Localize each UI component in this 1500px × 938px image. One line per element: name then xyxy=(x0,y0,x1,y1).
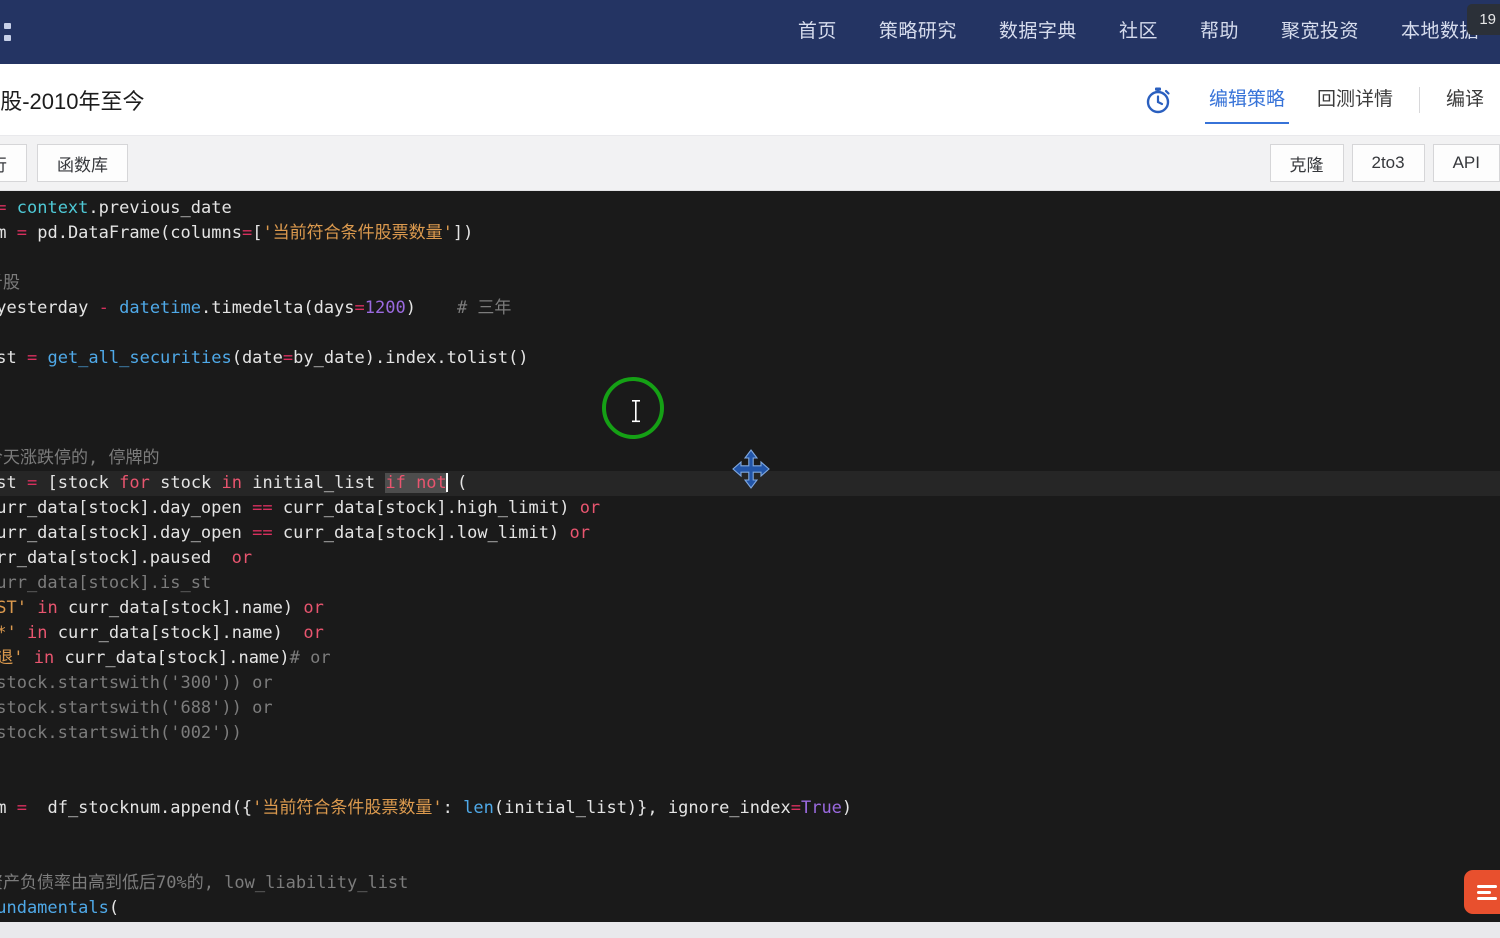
code-line[interactable] xyxy=(0,846,1500,871)
tab-divider xyxy=(1418,86,1420,113)
title-bar: 5股-2010年至今 编辑策略 回测详情 编译 xyxy=(0,64,1500,136)
toolbar-clone-button[interactable]: 克隆 xyxy=(1269,144,1344,182)
code-line[interactable] xyxy=(0,246,1500,271)
code-line[interactable]: um = pd.DataFrame(columns=['当前符合条件股票数量']… xyxy=(0,221,1500,246)
code-line[interactable]: um = df_stocknum.append({'当前符合条件股票数量': l… xyxy=(0,796,1500,821)
logo-mark-icon[interactable] xyxy=(0,0,30,64)
code-line[interactable]: (stock.startswith('300')) or xyxy=(0,671,1500,696)
code-line[interactable]: (stock.startswith('002')) xyxy=(0,721,1500,746)
code-line[interactable] xyxy=(0,746,1500,771)
code-line[interactable]: ist = [stock for stock in initial_list i… xyxy=(0,471,1500,496)
top-navigation-bar: 首页 策略研究 数据字典 社区 帮助 聚宽投资 本地数据 19 xyxy=(0,0,1500,64)
code-line[interactable]: '*' in curr_data[stock].name) or xyxy=(0,621,1500,646)
toolbar-2to3-button[interactable]: 2to3 xyxy=(1351,144,1425,182)
application-window: 首页 策略研究 数据字典 社区 帮助 聚宽投资 本地数据 19 5股-2010年… xyxy=(0,0,1500,938)
toolbar-right-group: 克隆 2to3 API xyxy=(1262,144,1500,182)
view-tabs: 编辑策略 回测详情 编译 xyxy=(1141,64,1500,136)
code-line[interactable]: curr_data[stock].day_open == curr_data[s… xyxy=(0,496,1500,521)
tab-backtest-details[interactable]: 回测详情 xyxy=(1301,64,1409,136)
toolbar-api-button[interactable]: API xyxy=(1432,144,1500,182)
code-line[interactable]: fundamentals( xyxy=(0,896,1500,921)
code-line[interactable] xyxy=(0,421,1500,446)
page-title: 5股-2010年至今 xyxy=(0,88,145,114)
code-line[interactable]: (stock.startswith('688')) or xyxy=(0,696,1500,721)
toolbar-function-library-button[interactable]: 函数库 xyxy=(37,144,128,182)
nav-tooltip: 19 xyxy=(1467,4,1500,35)
code-line[interactable]: curr_data[stock].day_open == curr_data[s… xyxy=(0,521,1500,546)
nav-links: 首页 策略研究 数据字典 社区 帮助 聚宽投资 本地数据 xyxy=(777,0,1500,64)
stopwatch-icon[interactable] xyxy=(1141,83,1175,117)
code-line[interactable]: = context.previous_date xyxy=(0,196,1500,221)
code-line[interactable]: 资产负债率由高到低后70%的, low_liability_list xyxy=(0,871,1500,896)
code-line[interactable]: '退' in curr_data[stock].name)# or xyxy=(0,646,1500,671)
nav-help[interactable]: 帮助 xyxy=(1179,0,1260,64)
toolbar-left-group: 行 函数库 xyxy=(0,144,128,182)
tab-edit-strategy[interactable]: 编辑策略 xyxy=(1193,64,1301,136)
code-line[interactable]: 今天涨跌停的, 停牌的 xyxy=(0,446,1500,471)
code-line[interactable]: ist = get_all_securities(date=by_date).i… xyxy=(0,346,1500,371)
code-line[interactable] xyxy=(0,396,1500,421)
code-line[interactable]: 斤股 xyxy=(0,271,1500,296)
code-line[interactable]: urr_data[stock].paused or xyxy=(0,546,1500,571)
code-line[interactable]: curr_data[stock].is_st xyxy=(0,571,1500,596)
code-line[interactable] xyxy=(0,371,1500,396)
code-line[interactable]: yesterday - datetime.timedelta(days=1200… xyxy=(0,296,1500,321)
nav-joinquant-invest[interactable]: 聚宽投资 xyxy=(1260,0,1380,64)
code-editor[interactable]: = context.previous_dateum = pd.DataFrame… xyxy=(0,191,1500,922)
code-line[interactable] xyxy=(0,771,1500,796)
code-line[interactable]: 'ST' in curr_data[stock].name) or xyxy=(0,596,1500,621)
nav-home[interactable]: 首页 xyxy=(777,0,858,64)
code-line[interactable] xyxy=(0,821,1500,846)
nav-strategy-research[interactable]: 策略研究 xyxy=(858,0,978,64)
toolbar-run-button[interactable]: 行 xyxy=(0,144,27,182)
editor-toolbar: 行 函数库 克隆 2to3 API xyxy=(0,136,1500,191)
chat-lines xyxy=(1477,882,1497,903)
chat-support-icon[interactable] xyxy=(1464,870,1500,914)
tab-compile[interactable]: 编译 xyxy=(1430,64,1500,136)
code-line[interactable] xyxy=(0,321,1500,346)
nav-data-dictionary[interactable]: 数据字典 xyxy=(978,0,1098,64)
code-lines-container: = context.previous_dateum = pd.DataFrame… xyxy=(0,196,1500,922)
bottom-strip xyxy=(0,922,1500,938)
nav-community[interactable]: 社区 xyxy=(1098,0,1179,64)
